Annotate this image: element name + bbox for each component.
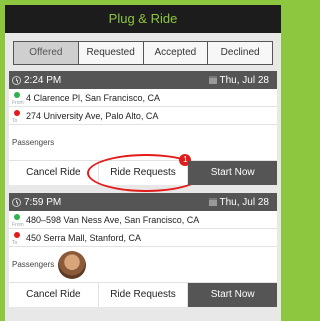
- destination-pin-icon: To: [12, 230, 24, 246]
- origin-dot-icon: [14, 213, 20, 220]
- origin-address: 480–598 Van Ness Ave, San Francisco, CA: [26, 214, 200, 225]
- passengers-row: Passengers: [9, 247, 277, 283]
- from-mark-label: From: [12, 221, 24, 228]
- app-screen: Plug & Ride Offered Requested Accepted D…: [5, 5, 281, 321]
- calendar-icon: [208, 76, 217, 84]
- ride-time-group: 2:24 PM: [12, 75, 61, 86]
- destination-pin-icon: To: [12, 108, 24, 124]
- ride-card: 2:24 PM Thu, Jul 28 From 4 Clarence Pl, …: [9, 71, 278, 192]
- start-now-button[interactable]: Start Now: [188, 161, 278, 185]
- origin-dot-icon: [14, 91, 20, 98]
- ride-card-header: 7:59 PM Thu, Jul 28: [9, 193, 277, 211]
- clock-icon: [12, 197, 21, 207]
- ride-date-group: Thu, Jul 28: [208, 74, 269, 86]
- ride-date: Thu, Jul 28: [219, 74, 269, 86]
- ride-actions: Cancel Ride Ride Requests Start Now: [9, 283, 278, 307]
- clock-icon: [12, 75, 21, 85]
- cancel-ride-button[interactable]: Cancel Ride: [9, 283, 99, 307]
- ride-requests-button[interactable]: Ride Requests: [99, 283, 189, 307]
- tab-requested[interactable]: Requested: [79, 42, 144, 64]
- tab-bar-container: Offered Requested Accepted Declined: [5, 33, 281, 71]
- tab-bar: Offered Requested Accepted Declined: [13, 41, 273, 65]
- cancel-ride-button[interactable]: Cancel Ride: [9, 161, 99, 185]
- tab-accepted[interactable]: Accepted: [144, 42, 209, 64]
- origin-pin-icon: From: [12, 90, 24, 106]
- calendar-icon: [208, 198, 217, 206]
- tab-declined[interactable]: Declined: [208, 42, 272, 64]
- ride-destination: To 274 University Ave, Palo Alto, CA: [9, 107, 277, 125]
- ride-time: 2:24 PM: [24, 74, 62, 86]
- destination-dot-icon: [14, 109, 20, 116]
- start-now-button[interactable]: Start Now: [188, 283, 278, 307]
- ride-card: 7:59 PM Thu, Jul 28 From 480–598 Van Nes…: [9, 193, 278, 307]
- ride-requests-button[interactable]: Ride Requests 1: [86, 154, 205, 192]
- from-mark-label: From: [12, 99, 24, 106]
- to-mark-label: To: [12, 117, 18, 124]
- ride-time: 7:59 PM: [24, 196, 62, 208]
- destination-address: 274 University Ave, Palo Alto, CA: [26, 110, 159, 121]
- ride-actions: Cancel Ride Ride Requests 1 Start Now: [9, 154, 278, 192]
- ride-origin: From 480–598 Van Ness Ave, San Francisco…: [9, 211, 277, 229]
- passenger-avatar[interactable]: [58, 250, 87, 279]
- origin-pin-icon: From: [12, 212, 24, 228]
- ride-origin: From 4 Clarence Pl, San Francisco, CA: [9, 89, 277, 107]
- passengers-label: Passengers: [12, 138, 55, 147]
- to-mark-label: To: [12, 239, 18, 246]
- ride-destination: To 450 Serra Mall, Stanford, CA: [9, 229, 277, 247]
- origin-address: 4 Clarence Pl, San Francisco, CA: [26, 92, 161, 103]
- ride-date-group: Thu, Jul 28: [208, 196, 269, 208]
- ride-date: Thu, Jul 28: [219, 196, 269, 208]
- ride-card-header: 2:24 PM Thu, Jul 28: [9, 71, 277, 89]
- passengers-label: Passengers: [12, 260, 55, 269]
- tab-offered[interactable]: Offered: [14, 42, 79, 64]
- destination-address: 450 Serra Mall, Stanford, CA: [26, 232, 142, 243]
- app-title: Plug & Ride: [5, 5, 281, 33]
- destination-dot-icon: [14, 231, 20, 238]
- ride-time-group: 7:59 PM: [12, 197, 61, 208]
